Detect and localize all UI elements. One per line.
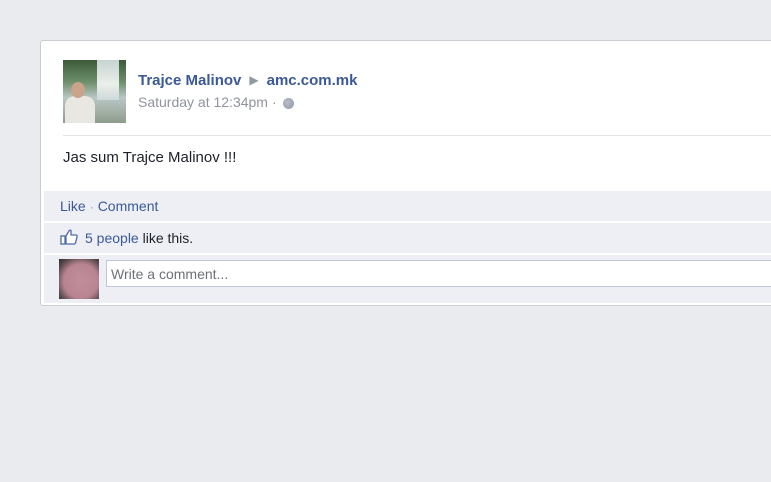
- author-avatar[interactable]: [63, 60, 126, 123]
- likes-summary: 5 people like this.: [44, 223, 771, 253]
- avatar-person-head: [71, 82, 85, 98]
- thumbs-up-icon: [60, 225, 78, 245]
- feed-post: Trajce Malinov ▶ amc.com.mk Saturday at 12…: [40, 40, 771, 306]
- header-divider: [63, 135, 771, 136]
- comment-input[interactable]: [106, 260, 771, 287]
- avatar-person-body: [65, 96, 95, 123]
- post-body-text: Jas sum Trajce Malinov !!!: [63, 149, 237, 166]
- arrow-right-icon: ▶: [249, 73, 259, 87]
- globe-icon[interactable]: [282, 98, 294, 109]
- actions-separator: ·: [89, 200, 94, 214]
- likes-suffix: like this.: [142, 230, 194, 246]
- target-page-link[interactable]: amc.com.mk: [267, 72, 358, 89]
- meta-separator: ·: [271, 94, 277, 110]
- comment-composer: [44, 255, 771, 303]
- avatar-waterfall: [97, 60, 119, 100]
- like-link[interactable]: Like: [60, 198, 86, 214]
- post-header: Trajce Malinov ▶ amc.com.mk: [138, 72, 358, 89]
- likers-link[interactable]: 5 people: [85, 230, 139, 246]
- comment-link[interactable]: Comment: [98, 198, 159, 214]
- post-timestamp[interactable]: Saturday at 12:34pm: [138, 94, 268, 110]
- post-actions-bar: Like · Comment: [44, 191, 771, 221]
- viewer-avatar: [59, 259, 99, 299]
- post-meta: Saturday at 12:34pm ·: [138, 94, 294, 110]
- author-name-link[interactable]: Trajce Malinov: [138, 72, 241, 89]
